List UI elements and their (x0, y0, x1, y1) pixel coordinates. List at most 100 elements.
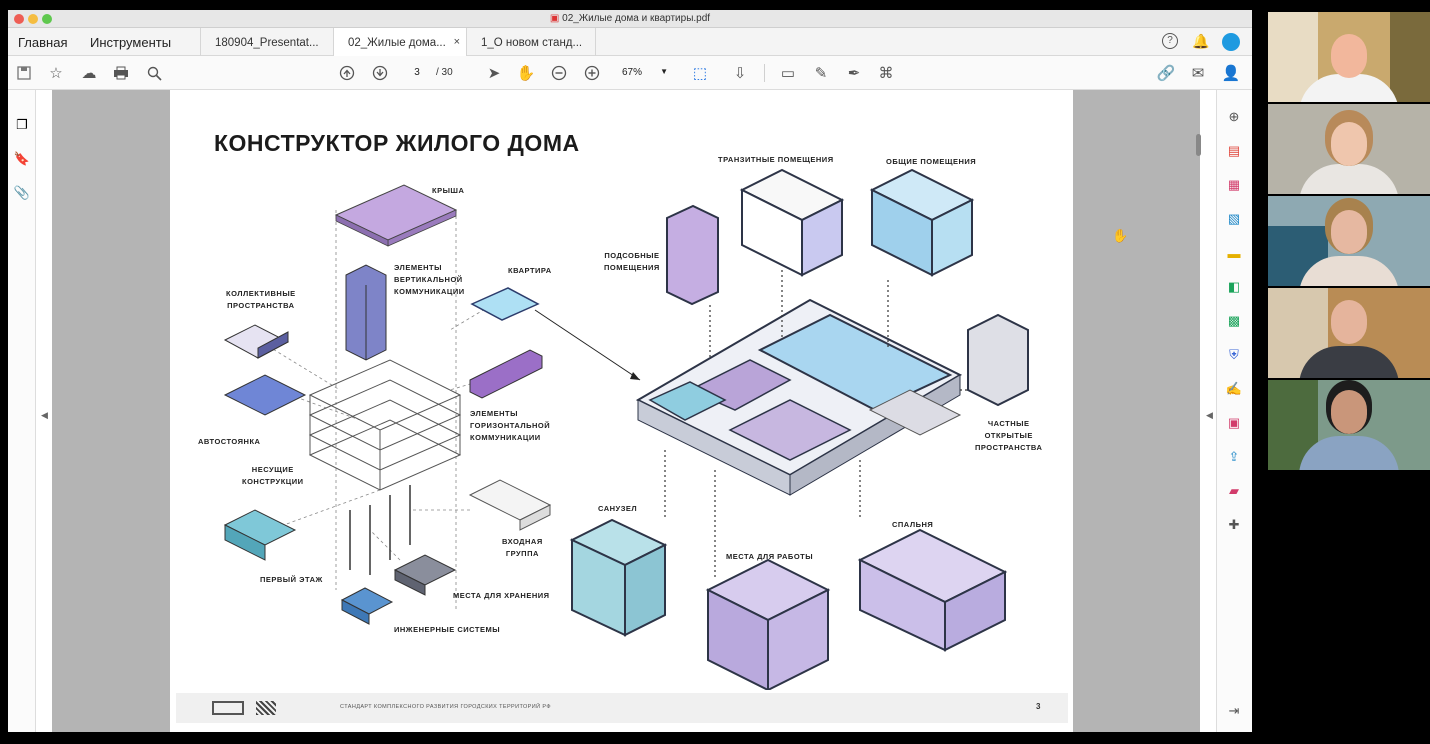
participant-face (1331, 390, 1367, 434)
notifications-bell-icon[interactable]: 🔔 (1192, 33, 1209, 50)
fill-sign-icon[interactable]: ✍ (1225, 380, 1243, 398)
create-pdf-icon[interactable]: ▤ (1225, 142, 1243, 160)
protect-shield-icon[interactable]: ⛨ (1225, 346, 1243, 364)
menu-tools[interactable]: Инструменты (90, 35, 171, 50)
stamp-icon[interactable]: ⌘ (876, 63, 896, 83)
zoom-value: 67% (622, 67, 643, 78)
hand-tool-icon[interactable]: ✋ (516, 63, 536, 83)
tab-bar: Главная Инструменты 180904_Presentat... … (8, 28, 1252, 57)
tab-presentation[interactable]: 180904_Presentat... (200, 28, 333, 56)
left-navigation-rail: ❐ 🔖 📎 (8, 90, 36, 732)
participant-face (1331, 210, 1367, 254)
label-line: КОНСТРУКЦИИ (242, 477, 304, 486)
label-line: ГОРИЗОНТАЛЬНОЙ (470, 421, 551, 430)
select-cursor-icon[interactable]: ➤ (484, 63, 504, 83)
label-auxiliary-rooms: ПОДСОБНЫЕ ПОМЕЩЕНИЯ (604, 250, 660, 274)
tab-current-document[interactable]: 02_Жилые дома... × (333, 28, 466, 57)
pages-thumbnail-icon[interactable]: ❐ (13, 116, 31, 134)
help-icon[interactable]: ? (1162, 33, 1178, 49)
hand-cursor-icon: ✋ (1112, 228, 1129, 243)
highlight-pen-icon[interactable]: ✎ (811, 63, 831, 83)
label-line: КОММУНИКАЦИИ (470, 433, 541, 442)
email-icon[interactable]: ✉ (1188, 63, 1208, 83)
pdf-file-icon: ▣ (549, 13, 563, 24)
participant-video-1[interactable] (1268, 12, 1430, 102)
window-title: ▣ 02_Жилые дома и квартиры.pdf (8, 13, 1252, 24)
label-bathroom: САНУЗЕЛ (598, 504, 638, 513)
participant-video-5[interactable] (1268, 380, 1430, 470)
search-icon[interactable] (144, 63, 164, 83)
label-line: ОТКРЫТЫЕ (984, 431, 1033, 440)
upload-cloud-icon[interactable]: ☁ (79, 63, 99, 83)
participant-video-4[interactable] (1268, 288, 1430, 378)
footer-page-number: 3 (1036, 702, 1041, 711)
attachments-paperclip-icon[interactable]: 📎 (13, 184, 31, 202)
more-tools-icon[interactable]: ✚ (1225, 516, 1243, 534)
share-link-icon[interactable]: 🔗 (1156, 63, 1176, 83)
label-workplace: МЕСТА ДЛЯ РАБОТЫ (726, 552, 814, 561)
next-page-icon[interactable] (370, 63, 390, 83)
print-icon[interactable] (111, 63, 131, 83)
add-user-icon[interactable]: 👤 (1221, 63, 1241, 83)
account-avatar-icon[interactable] (1222, 33, 1240, 51)
label-line: ЧАСТНЫЕ (987, 419, 1030, 428)
label-engineering-systems: ИНЖЕНЕРНЫЕ СИСТЕМЫ (394, 625, 501, 634)
bookmarks-icon[interactable]: 🔖 (13, 150, 31, 168)
organize-pages-icon[interactable]: ▦ (1225, 176, 1243, 194)
label-bedroom: СПАЛЬНЯ (892, 520, 934, 529)
acrobat-window: ▣ 02_Жилые дома и квартиры.pdf Главная И… (8, 10, 1252, 732)
label-private-open-spaces: ЧАСТНЫЕ ОТКРЫТЫЕ ПРОСТРАНСТВА (975, 418, 1042, 454)
label-line: ПРОСТРАНСТВА (975, 443, 1043, 452)
label-line: ЭЛЕМЕНТЫ (470, 409, 518, 418)
tab-label: 02_Жилые дома... (348, 37, 446, 49)
zoom-in-icon[interactable] (582, 63, 602, 83)
share-icon[interactable]: ⇪ (1225, 448, 1243, 466)
label-line: ПРОСТРАНСТВА (227, 301, 295, 310)
zoom-out-icon[interactable] (549, 63, 569, 83)
participant-video-2[interactable] (1268, 104, 1430, 194)
label-storage: МЕСТА ДЛЯ ХРАНЕНИЯ (453, 591, 550, 600)
page-number-input[interactable]: 3 (401, 64, 433, 82)
page-footer: СТАНДАРТ КОМПЛЕКСНОГО РАЗВИТИЯ ГОРОДСКИХ… (176, 693, 1068, 723)
compare-files-icon[interactable]: ◧ (1225, 278, 1243, 296)
menu-home[interactable]: Главная (18, 35, 67, 50)
export-pdf-icon[interactable]: ▧ (1225, 210, 1243, 228)
label-line: НЕСУЩИЕ (251, 465, 294, 474)
dom-rf-logo-icon (256, 701, 276, 715)
tab-new-standard[interactable]: 1_О новом станд... (466, 28, 596, 56)
bookmark-star-icon[interactable]: ☆ (46, 63, 66, 83)
save-icon[interactable] (14, 63, 34, 83)
tab-label: 1_О новом станд... (481, 37, 583, 49)
scroll-mode-icon[interactable]: ⇩ (730, 63, 750, 83)
label-line: КОЛЛЕКТИВНЫЕ (226, 289, 296, 298)
scan-ocr-icon[interactable]: ▩ (1225, 312, 1243, 330)
right-tools-rail: ⊕ ▤ ▦ ▧ ▬ ◧ ▩ ⛨ ✍ ▣ ⇪ ▰ ✚ ⇥ (1216, 90, 1252, 732)
footer-text: СТАНДАРТ КОМПЛЕКСНОГО РАЗВИТИЯ ГОРОДСКИХ… (340, 704, 551, 710)
draw-pen-icon[interactable]: ✒ (844, 63, 864, 83)
scrollbar-thumb[interactable] (1196, 134, 1201, 156)
house-constructor-illustration (223, 168, 1029, 690)
label-vertical-communications: ЭЛЕМЕНТЫ ВЕРТИКАЛЬНОЙ КОММУНИКАЦИИ (394, 262, 465, 298)
comment-icon[interactable]: ▭ (778, 63, 798, 83)
label-line: ВЕРТИКАЛЬНОЙ (394, 275, 463, 284)
page-fit-icon[interactable]: ⬚ (690, 63, 710, 83)
collapse-left-panel-icon[interactable]: ◀ (41, 410, 48, 421)
screen: ▣ 02_Жилые дома и квартиры.pdf Главная И… (0, 0, 1430, 744)
label-horizontal-communications: ЭЛЕМЕНТЫ ГОРИЗОНТАЛЬНОЙ КОММУНИКАЦИИ (470, 408, 550, 444)
label-line: КОММУНИКАЦИИ (394, 287, 465, 296)
zoom-select[interactable]: 67% ▼ (612, 64, 672, 82)
label-line: ЭЛЕМЕНТЫ (394, 263, 442, 272)
previous-page-icon[interactable] (337, 63, 357, 83)
tab-close-icon[interactable]: × (454, 36, 460, 48)
comment-tool-icon[interactable]: ▬ (1225, 244, 1243, 262)
label-roof: КРЫША (432, 186, 465, 195)
zoom-tool-icon[interactable]: ⊕ (1225, 108, 1243, 126)
pdf-page: КОНСТРУКТОР ЖИЛОГО ДОМА КРЫША ЭЛЕМЕНТЫ В… (170, 90, 1073, 732)
participant-face (1331, 300, 1367, 344)
expand-panel-icon[interactable]: ⇥ (1225, 702, 1243, 720)
collapse-right-panel-icon[interactable]: ◀ (1206, 410, 1213, 421)
edit-pdf-icon[interactable]: ▣ (1225, 414, 1243, 432)
save-as-icon[interactable]: ▰ (1225, 482, 1243, 500)
participant-video-3[interactable] (1268, 196, 1430, 286)
label-entry-group: ВХОДНАЯ ГРУППА (502, 536, 543, 560)
